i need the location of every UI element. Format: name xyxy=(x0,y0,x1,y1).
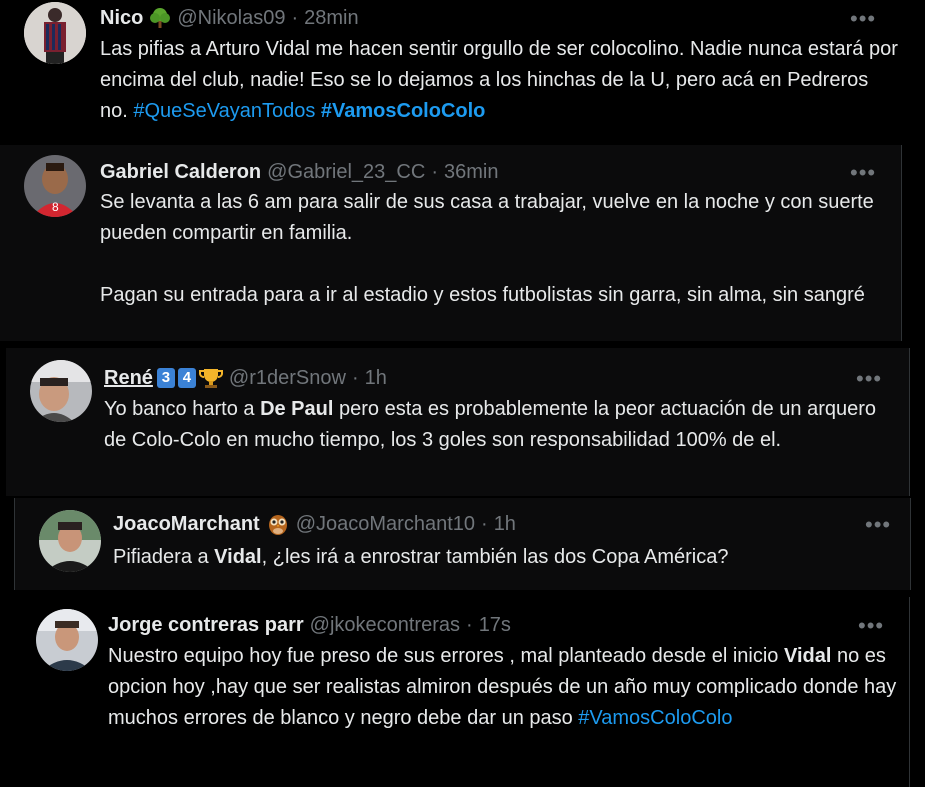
avatar[interactable] xyxy=(24,2,86,64)
user-handle[interactable]: @Gabriel_23_CC xyxy=(267,160,425,184)
tweet-card[interactable]: 8 Gabriel Calderon @Gabriel_23_CC · 36mi… xyxy=(0,145,902,341)
tree-emoji-icon xyxy=(149,7,171,29)
user-handle[interactable]: @Nikolas09 xyxy=(177,6,285,30)
avatar[interactable] xyxy=(30,360,92,422)
bold-keyword: Vidal xyxy=(783,645,832,667)
tweet-text-segment: Yo banco harto a xyxy=(104,398,261,420)
tweet-text: Yo banco harto a De Paul pero esta es pr… xyxy=(104,394,894,456)
timestamp[interactable]: 1h xyxy=(494,512,516,536)
tweet-text: Las pifias a Arturo Vidal me hacen senti… xyxy=(100,34,900,127)
tweet-card[interactable]: Jorge contreras parr @jkokecontreras · 1… xyxy=(14,597,910,787)
timestamp[interactable]: 28min xyxy=(304,6,358,30)
tweet-card[interactable]: Nico @Nikolas09 · 28min ••• Las pifias a… xyxy=(0,0,925,140)
bold-keyword: De Paul xyxy=(260,398,334,420)
display-name[interactable]: René xyxy=(104,366,153,390)
timestamp[interactable]: 17s xyxy=(479,613,511,637)
display-name[interactable]: JoacoMarchant xyxy=(113,512,260,536)
hashtag-link[interactable]: #VamosColoColo xyxy=(321,100,485,122)
owl-emoji-icon xyxy=(266,512,290,536)
separator-dot: · xyxy=(466,614,473,636)
bold-keyword: Vidal xyxy=(214,546,262,568)
avatar[interactable] xyxy=(39,510,101,572)
user-handle[interactable]: @r1derSnow xyxy=(229,366,346,390)
keycap-3-badge: 3 xyxy=(156,368,175,388)
tweet-text-segment: Pifiadera a xyxy=(113,546,215,568)
tweet-card[interactable]: René 3 4 @r1derSnow · 1h ••• Yo banco ha… xyxy=(6,348,910,496)
more-dots-icon[interactable]: ••• xyxy=(865,514,891,536)
tweet-text: Se levanta a las 6 am para salir de sus … xyxy=(100,187,890,311)
hashtag-link[interactable]: #VamosColoColo xyxy=(578,707,732,729)
separator-dot: · xyxy=(481,513,488,535)
avatar[interactable]: 8 xyxy=(24,155,86,217)
display-name[interactable]: Nico xyxy=(100,6,143,30)
more-dots-icon[interactable]: ••• xyxy=(856,368,882,390)
user-handle[interactable]: @JoacoMarchant10 xyxy=(296,512,475,536)
display-name[interactable]: Gabriel Calderon xyxy=(100,160,261,184)
tweet-paragraph: Se levanta a las 6 am para salir de sus … xyxy=(100,191,874,244)
tweet-text-segment: Nuestro equipo hoy fue preso de sus erro… xyxy=(108,645,784,667)
trophy-emoji-icon xyxy=(198,369,223,388)
more-dots-icon[interactable]: ••• xyxy=(858,615,884,637)
timestamp[interactable]: 1h xyxy=(365,366,387,390)
tweet-text-segment: , ¿les irá a enrostrar también las dos C… xyxy=(261,546,729,568)
separator-dot: · xyxy=(351,367,359,389)
display-name[interactable]: Jorge contreras parr xyxy=(108,613,304,637)
hashtag-link[interactable]: #QueSeVayanTodos xyxy=(133,100,315,122)
tweet-text: Pifiadera a Vidal, ¿les irá a enrostrar … xyxy=(113,542,893,573)
separator-dot: · xyxy=(431,161,438,183)
more-dots-icon[interactable]: ••• xyxy=(850,162,876,184)
timestamp[interactable]: 36min xyxy=(444,160,498,184)
tweet-text: Nuestro equipo hoy fue preso de sus erro… xyxy=(108,641,898,734)
separator-dot: · xyxy=(291,7,299,29)
avatar[interactable] xyxy=(36,609,98,671)
tweet-paragraph: Pagan su entrada para a ir al estadio y … xyxy=(100,284,865,306)
user-handle[interactable]: @jkokecontreras xyxy=(310,613,460,637)
svg-text:8: 8 xyxy=(52,200,59,214)
more-dots-icon[interactable]: ••• xyxy=(850,8,876,30)
keycap-4-badge: 4 xyxy=(177,368,196,388)
tweet-card[interactable]: JoacoMarchant @JoacoMarchant10 · 1h ••• … xyxy=(14,498,911,590)
